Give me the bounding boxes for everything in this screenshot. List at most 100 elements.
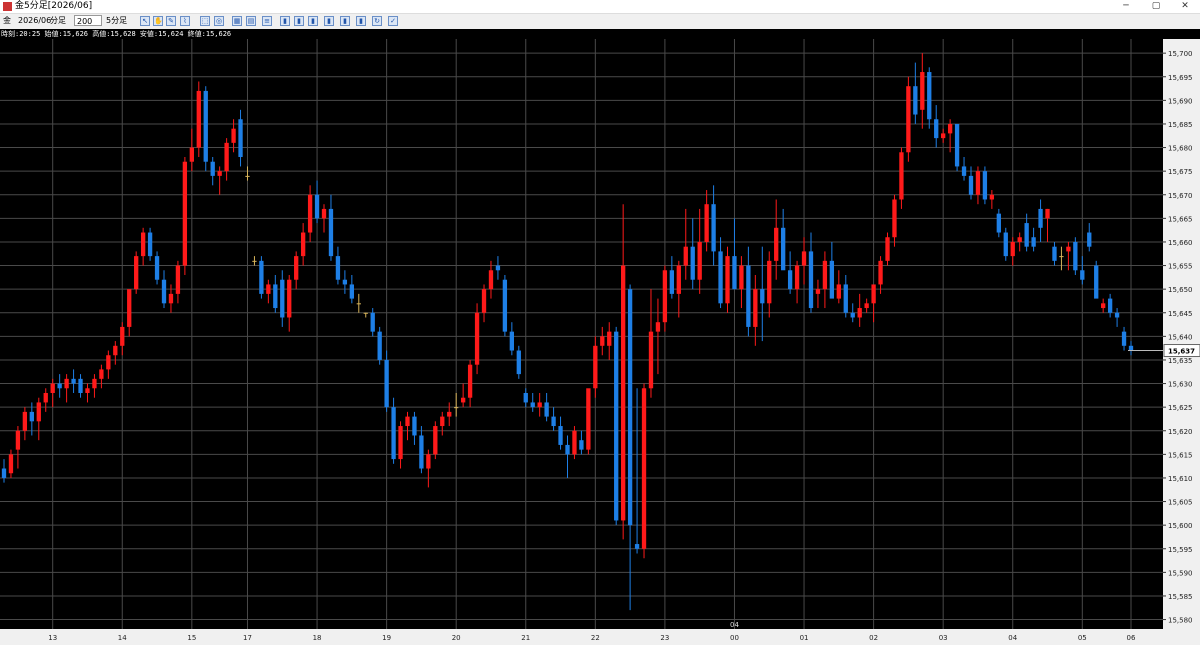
candle-body <box>1121 331 1127 346</box>
x-tick-label: 17 <box>243 634 252 642</box>
candle-body <box>683 246 688 266</box>
candle-body <box>648 331 654 389</box>
candle-body <box>1073 241 1078 271</box>
candle-body <box>808 251 814 309</box>
candle-body <box>725 256 730 304</box>
candle-body <box>794 265 800 290</box>
candle-body <box>718 251 723 304</box>
y-tick-label: 15,680 <box>1168 145 1193 153</box>
unit-select[interactable]: 分足 <box>50 15 66 27</box>
candle-body <box>259 260 264 294</box>
y-tick-label: 15,655 <box>1168 263 1193 271</box>
table-icon[interactable]: ▤ <box>246 16 256 26</box>
x-tick-label: 21 <box>521 634 530 642</box>
y-tick-label: 15,600 <box>1168 522 1193 530</box>
candle-body <box>947 123 953 134</box>
candle-body <box>920 72 925 110</box>
y-tick-label: 15,640 <box>1168 333 1193 341</box>
candlestick-chart[interactable]: 15,580 15,585 15,590 15,595 15,600 15,605 15,6… <box>0 39 1200 645</box>
x-tick-label: 15 <box>187 634 196 642</box>
x-axis-area <box>0 629 1163 645</box>
pin-icon[interactable]: ✓ <box>388 16 398 26</box>
bar-chart-icon[interactable]: ▮ <box>280 16 290 26</box>
y-tick-label: 15,610 <box>1168 475 1193 483</box>
y-tick-label: 15,630 <box>1168 381 1193 389</box>
contract-label: 2026/06 <box>18 16 52 25</box>
cursor-icon[interactable]: ↖ <box>140 16 150 26</box>
candle-body <box>579 440 584 450</box>
candle-body <box>871 284 876 304</box>
candle-body <box>843 284 848 313</box>
minimize-button[interactable]: ─ <box>1111 0 1141 13</box>
candle-body <box>1017 237 1022 242</box>
candle-body <box>64 378 69 389</box>
candle-body <box>154 256 160 280</box>
pencil-icon[interactable]: ✎ <box>166 16 176 26</box>
candle-body <box>384 359 389 408</box>
plot-area <box>0 39 1163 629</box>
candle-body <box>537 402 542 408</box>
candle-body <box>801 251 807 266</box>
candle-body <box>767 260 772 304</box>
candle-body <box>363 312 368 314</box>
select-icon[interactable]: ⬚ <box>200 16 210 26</box>
candle-body <box>481 289 487 313</box>
y-tick-label: 15,650 <box>1168 286 1193 294</box>
candle-body <box>572 430 577 455</box>
x-tick-label: 13 <box>48 634 57 642</box>
candle-body <box>697 241 702 280</box>
circle-icon[interactable]: ◎ <box>214 16 224 26</box>
bar-chart-6-icon[interactable]: ▮ <box>356 16 366 26</box>
candle-body <box>349 284 354 299</box>
candle-body <box>1 468 7 478</box>
maximize-button[interactable]: ▢ <box>1141 0 1171 13</box>
count-input[interactable]: 200 <box>74 15 102 26</box>
list-icon[interactable]: ≡ <box>262 16 272 26</box>
candle-body <box>913 86 918 115</box>
x-tick-label: 00 <box>730 634 739 642</box>
app-icon <box>3 2 12 11</box>
y-tick-label: 15,675 <box>1168 168 1193 176</box>
candle-body <box>238 119 243 157</box>
candle-body <box>454 407 459 409</box>
candle-body <box>71 378 76 384</box>
close-button[interactable]: ✕ <box>1170 0 1200 13</box>
candle-body <box>864 303 869 309</box>
candle-body <box>829 260 835 299</box>
candle-body <box>342 279 348 285</box>
bar-chart-5-icon[interactable]: ▮ <box>340 16 350 26</box>
refresh-icon[interactable]: ↻ <box>372 16 382 26</box>
title-bar: 金5分足[2026/06] ─ ▢ ✕ <box>0 0 1200 14</box>
period-select[interactable]: 5分足 <box>106 15 127 27</box>
candle-body <box>1010 241 1015 257</box>
candle-body <box>739 265 744 290</box>
candle-body <box>189 147 194 162</box>
candle-body <box>1031 237 1036 247</box>
candle-body <box>634 544 640 549</box>
bar-chart-4-icon[interactable]: ▮ <box>324 16 334 26</box>
candle-body <box>662 270 668 323</box>
candle-body <box>8 454 14 474</box>
candle-body <box>15 430 21 450</box>
candle-body <box>120 326 125 346</box>
candle-body <box>934 119 939 139</box>
bar-chart-2-icon[interactable]: ▮ <box>294 16 304 26</box>
last-price-label: 15,637 <box>1168 348 1195 356</box>
candle-body <box>753 289 758 327</box>
candle-body <box>266 284 271 294</box>
grid-icon[interactable]: ▦ <box>232 16 242 26</box>
bar-chart-3-icon[interactable]: ▮ <box>308 16 318 26</box>
x-top-label: 04 <box>730 621 739 629</box>
hand-icon[interactable]: ✋ <box>153 16 163 26</box>
x-tick-label: 02 <box>869 634 878 642</box>
candle-body <box>502 279 508 332</box>
candle-body <box>328 208 334 257</box>
candle-body <box>927 72 932 120</box>
candle-body <box>968 175 974 195</box>
ruler-icon[interactable]: ⌇ <box>180 16 190 26</box>
candle-body <box>377 331 382 360</box>
y-tick-label: 15,645 <box>1168 310 1193 318</box>
candle-body <box>620 265 626 521</box>
candle-body <box>412 416 417 436</box>
candle-body <box>245 175 250 177</box>
